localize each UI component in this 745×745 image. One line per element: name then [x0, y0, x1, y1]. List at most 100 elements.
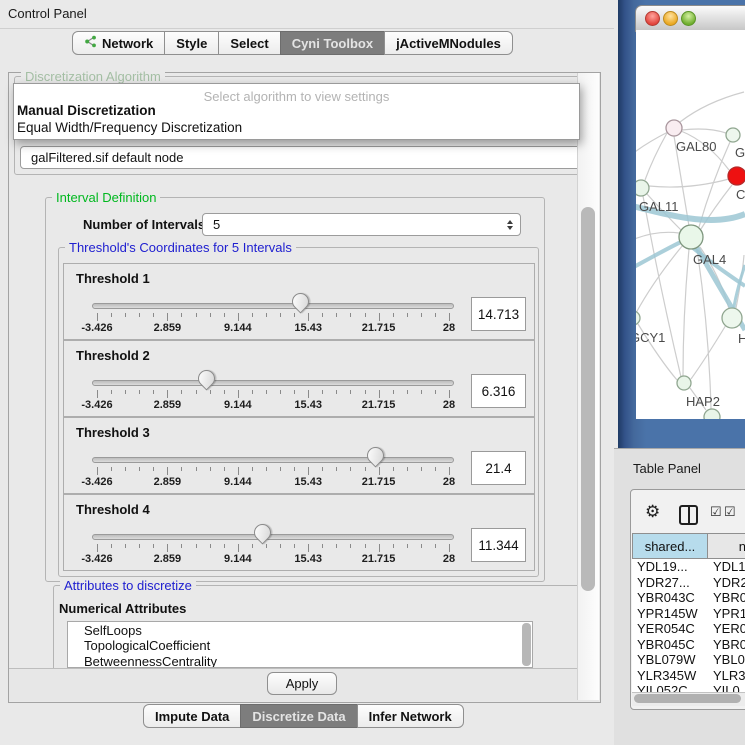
- cell-name[interactable]: YDR2: [713, 575, 745, 590]
- cell-shared-name[interactable]: YLR345W: [632, 668, 713, 683]
- attribute-item[interactable]: TopologicalCoefficient: [68, 638, 532, 653]
- checkbox-icon[interactable]: ☑: [724, 504, 736, 520]
- table-row[interactable]: YBR045CYBR0: [632, 637, 745, 653]
- slider-thumb[interactable]: [289, 289, 313, 313]
- table-row[interactable]: YIL052CYIL0: [632, 683, 745, 692]
- table-row[interactable]: YLR345WYLR3: [632, 668, 745, 684]
- threshold-value-field[interactable]: 11.344: [471, 528, 526, 562]
- cell-shared-name[interactable]: YPR145W: [632, 606, 713, 621]
- network-node[interactable]: [679, 225, 703, 249]
- cell-name[interactable]: YBL0: [713, 652, 745, 667]
- column-header-shared-name[interactable]: shared...: [632, 533, 708, 559]
- slider-tick: [167, 544, 168, 552]
- slider-tick: [350, 544, 351, 548]
- cell-name[interactable]: YER0: [713, 621, 745, 636]
- network-edge[interactable]: [680, 92, 744, 122]
- network-edge[interactable]: [645, 133, 667, 180]
- threshold-slider[interactable]: -3.4262.8599.14415.4321.71528: [92, 264, 454, 339]
- network-node[interactable]: [726, 128, 740, 142]
- cell-name[interactable]: YBR0: [713, 590, 745, 605]
- table-row[interactable]: YER054CYER0: [632, 621, 745, 637]
- attribute-item[interactable]: SelfLoops: [68, 623, 532, 638]
- cell-name[interactable]: YIL0: [713, 683, 740, 692]
- network-edge[interactable]: [682, 129, 726, 133]
- threshold-slider[interactable]: -3.4262.8599.14415.4321.71528: [92, 495, 454, 570]
- cell-shared-name[interactable]: YBR045C: [632, 637, 713, 652]
- columns-icon[interactable]: [679, 505, 698, 525]
- slider-tick: [393, 467, 394, 471]
- network-node[interactable]: [677, 376, 691, 390]
- tab-style[interactable]: Style: [164, 31, 219, 55]
- network-view-canvas[interactable]: GAL80GACGAL11GAL4GCY1HHAP2: [636, 30, 745, 419]
- table-hscrollbar-thumb[interactable]: [634, 694, 741, 703]
- table-row[interactable]: YDR27...YDR2: [632, 575, 745, 591]
- threshold-value-field[interactable]: 14.713: [471, 297, 526, 331]
- apply-button[interactable]: Apply: [267, 672, 337, 695]
- network-edge[interactable]: [691, 325, 726, 379]
- slider-tick: [153, 544, 154, 548]
- cell-shared-name[interactable]: YBL079W: [632, 652, 713, 667]
- tab-select[interactable]: Select: [218, 31, 280, 55]
- tab-impute-data[interactable]: Impute Data: [143, 704, 241, 728]
- network-edge[interactable]: [636, 132, 668, 154]
- algorithm-dropdown-popup: Select algorithm to view settings Manual…: [13, 83, 580, 140]
- combo-arrows-icon: [507, 214, 513, 235]
- cell-shared-name[interactable]: YBR043C: [632, 590, 713, 605]
- minimize-traffic-light-icon[interactable]: [663, 11, 678, 26]
- attribute-item[interactable]: BetweennessCentrality: [68, 654, 532, 668]
- cell-shared-name[interactable]: YER054C: [632, 621, 713, 636]
- popup-option-equal-width[interactable]: Equal Width/Frequency Discretization: [17, 120, 242, 135]
- gear-icon[interactable]: ⚙: [645, 502, 660, 522]
- group-title: Attributes to discretize: [60, 578, 196, 593]
- network-edge[interactable]: [643, 196, 681, 377]
- tab-jactivemnodules[interactable]: jActiveMNodules: [384, 31, 513, 55]
- table-row[interactable]: YPR145WYPR1: [632, 606, 745, 622]
- network-node[interactable]: [728, 167, 745, 185]
- table-row[interactable]: YDL19...YDL1: [632, 559, 745, 575]
- popup-option-manual[interactable]: Manual Discretization: [17, 103, 156, 118]
- zoom-traffic-light-icon[interactable]: [681, 11, 696, 26]
- cell-name[interactable]: YLR3: [713, 668, 745, 683]
- cell-shared-name[interactable]: YIL052C: [632, 683, 713, 692]
- slider-thumb[interactable]: [251, 520, 275, 544]
- slider-thumb[interactable]: [195, 366, 219, 390]
- network-edge[interactable]: [636, 232, 679, 240]
- slider-tick: [167, 467, 168, 475]
- tab-network[interactable]: Network: [72, 31, 165, 55]
- network-node[interactable]: [636, 311, 640, 325]
- cell-name[interactable]: YBR0: [713, 637, 745, 652]
- network-node[interactable]: [704, 409, 720, 419]
- slider-tick: [379, 544, 380, 552]
- cell-shared-name[interactable]: YDL19...: [632, 559, 713, 574]
- threshold-value-field[interactable]: 6.316: [471, 374, 526, 408]
- numerical-attributes-list[interactable]: SelfLoopsTopologicalCoefficientBetweenne…: [67, 621, 533, 668]
- cell-name[interactable]: YDL1: [713, 559, 745, 574]
- network-node[interactable]: [722, 308, 742, 328]
- cell-name[interactable]: YPR1: [713, 606, 745, 621]
- checkbox-icon[interactable]: ☑: [710, 504, 722, 520]
- tab-infer-network[interactable]: Infer Network: [357, 704, 464, 728]
- slider-tick: [153, 390, 154, 394]
- threshold-slider[interactable]: -3.4262.8599.14415.4321.71528: [92, 341, 454, 416]
- group-title: Discretization Algorithm: [21, 69, 165, 84]
- network-node[interactable]: [636, 180, 649, 196]
- threshold-value-field[interactable]: 21.4: [471, 451, 526, 485]
- cell-shared-name[interactable]: YDR27...: [632, 575, 713, 590]
- table-row[interactable]: YBR043CYBR0: [632, 590, 745, 606]
- tab-cyni-toolbox[interactable]: Cyni Toolbox: [280, 31, 385, 55]
- slider-tick: [449, 390, 450, 398]
- content-scrollbar-thumb[interactable]: [581, 207, 595, 591]
- network-node[interactable]: [666, 120, 682, 136]
- column-header-name[interactable]: na: [707, 533, 745, 559]
- number-of-intervals-combobox[interactable]: 5: [202, 213, 521, 236]
- slider-thumb[interactable]: [364, 443, 388, 467]
- table-data-combobox[interactable]: galFiltered.sif default node: [20, 146, 596, 169]
- network-edge[interactable]: [649, 179, 729, 187]
- close-traffic-light-icon[interactable]: [645, 11, 660, 26]
- threshold-slider[interactable]: -3.4262.8599.14415.4321.71528: [92, 418, 454, 493]
- network-edge[interactable]: [683, 249, 689, 376]
- list-scrollbar[interactable]: [522, 623, 531, 666]
- network-edge-highlighted[interactable]: [733, 265, 745, 314]
- tab-discretize-data[interactable]: Discretize Data: [240, 704, 357, 728]
- table-row[interactable]: YBL079WYBL0: [632, 652, 745, 668]
